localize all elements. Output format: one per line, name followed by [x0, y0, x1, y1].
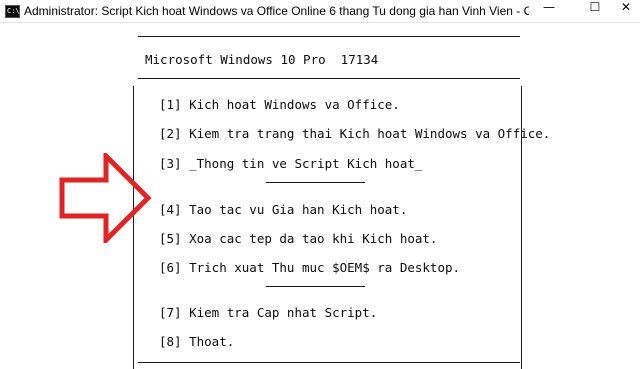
- menu-item-2: [2] Kiem tra trang thai Kich hoat Window…: [159, 126, 551, 141]
- menu-item-6: [6] Trich xuat Thu muc $OEM$ ra Desktop.: [159, 260, 461, 275]
- menu-item-7: [7] Kiem tra Cap nhat Script.: [159, 305, 378, 320]
- os-info-line: Microsoft Windows 10 Pro 17134: [145, 52, 379, 67]
- menu-item-5: [5] Xoa cac tep da tao khi Kich hoat.: [159, 231, 438, 246]
- minimize-button[interactable]: —: [526, 0, 572, 22]
- red-arrow-right-icon: [59, 153, 152, 243]
- console-app-icon-label: C:\: [7, 7, 20, 15]
- console-app-icon: C:\: [5, 5, 20, 18]
- title-bar: C:\ Administrator: Script Kich hoat Wind…: [0, 0, 640, 23]
- menu-group-separator-1: [266, 182, 365, 183]
- red-arrow-shape: [59, 153, 152, 243]
- menu-item-4: [4] Tao tac vu Gia han Kich hoat.: [159, 202, 408, 217]
- separator-top: [138, 36, 520, 37]
- menu-box-bottom-border: [138, 362, 520, 363]
- menu-group-separator-2: [266, 286, 365, 287]
- menu-box-top-border: [138, 78, 520, 79]
- window-title: Administrator: Script Kich hoat Windows …: [24, 4, 529, 18]
- menu-item-1: [1] Kich hoat Windows va Office.: [159, 97, 400, 112]
- menu-item-8: [8] Thoat.: [159, 334, 235, 349]
- menu-item-3: [3] _Thong tin ve Script Kich hoat_: [159, 156, 423, 171]
- close-button[interactable]: ✕: [612, 0, 640, 22]
